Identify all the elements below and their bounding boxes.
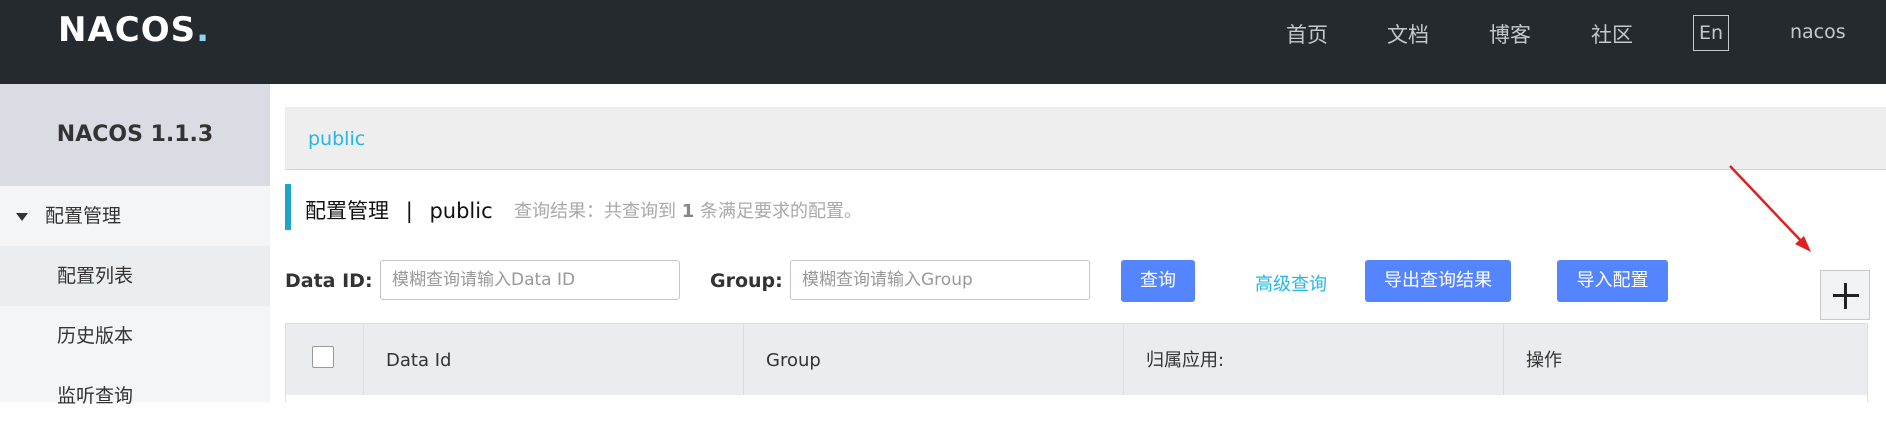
data-id-label: Data ID: <box>285 270 373 292</box>
logo-text: NACOS <box>58 10 197 50</box>
select-all-checkbox[interactable] <box>312 346 334 368</box>
query-result-summary: 查询结果：共查询到 1 条满足要求的配置。 <box>514 197 862 223</box>
page-title-namespace: public <box>429 199 493 223</box>
export-results-button[interactable]: 导出查询结果 <box>1365 260 1511 302</box>
page-title: 配置管理 | public <box>305 195 493 225</box>
query-button[interactable]: 查询 <box>1121 260 1195 302</box>
result-count: 1 <box>681 201 695 222</box>
nacos-logo[interactable]: NACOS. <box>58 10 210 50</box>
column-header-data-id[interactable]: Data Id <box>363 324 743 397</box>
column-header-actions: 操作 <box>1503 324 1867 397</box>
nav-community[interactable]: 社区 <box>1591 19 1633 49</box>
nav-home[interactable]: 首页 <box>1286 19 1328 49</box>
group-label: Group: <box>710 270 783 292</box>
sidebar: NACOS 1.1.3 配置管理 配置列表 历史版本 监听查询 <box>0 84 270 407</box>
page-title-text: 配置管理 <box>305 199 389 223</box>
column-header-group[interactable]: Group <box>743 324 1123 397</box>
sidebar-item-listener-query[interactable]: 监听查询 <box>0 366 270 426</box>
import-config-button[interactable]: 导入配置 <box>1557 260 1668 302</box>
language-toggle-button[interactable]: En <box>1693 15 1729 51</box>
result-suffix: 条满足要求的配置。 <box>700 201 862 222</box>
sidebar-item-config-list[interactable]: 配置列表 <box>0 246 270 306</box>
sidebar-item-history[interactable]: 历史版本 <box>0 306 270 366</box>
caret-down-icon <box>16 213 28 221</box>
table-row <box>285 395 1868 402</box>
namespace-bar: public <box>285 107 1886 170</box>
sidebar-version-title: NACOS 1.1.3 <box>0 84 270 186</box>
config-table-header: Data Id Group 归属应用: 操作 <box>285 323 1868 397</box>
column-header-app[interactable]: 归属应用: <box>1123 324 1503 397</box>
data-id-search-input[interactable]: 模糊查询请输入Data ID <box>380 260 680 300</box>
nav-blog[interactable]: 博客 <box>1489 19 1531 49</box>
group-search-input[interactable]: 模糊查询请输入Group <box>790 260 1090 300</box>
sidebar-item-label: 监听查询 <box>57 385 134 407</box>
sidebar-group-label: 配置管理 <box>45 205 122 227</box>
namespace-public-link[interactable]: public <box>308 128 365 150</box>
user-menu[interactable]: nacos <box>1790 21 1846 43</box>
sidebar-item-label: 配置列表 <box>57 265 134 287</box>
title-accent-bar <box>285 184 291 230</box>
top-nav-bar: NACOS. 首页 文档 博客 社区 En nacos <box>0 0 1886 84</box>
add-config-button[interactable] <box>1820 270 1870 320</box>
select-all-cell <box>286 324 363 397</box>
nav-docs[interactable]: 文档 <box>1387 19 1429 49</box>
title-separator: | <box>405 199 413 223</box>
sidebar-group-config-management[interactable]: 配置管理 <box>0 186 270 246</box>
sidebar-item-label: 历史版本 <box>57 325 134 347</box>
logo-dot: . <box>196 10 211 50</box>
result-prefix: 查询结果：共查询到 <box>514 201 676 222</box>
advanced-query-link[interactable]: 高级查询 <box>1255 270 1327 296</box>
